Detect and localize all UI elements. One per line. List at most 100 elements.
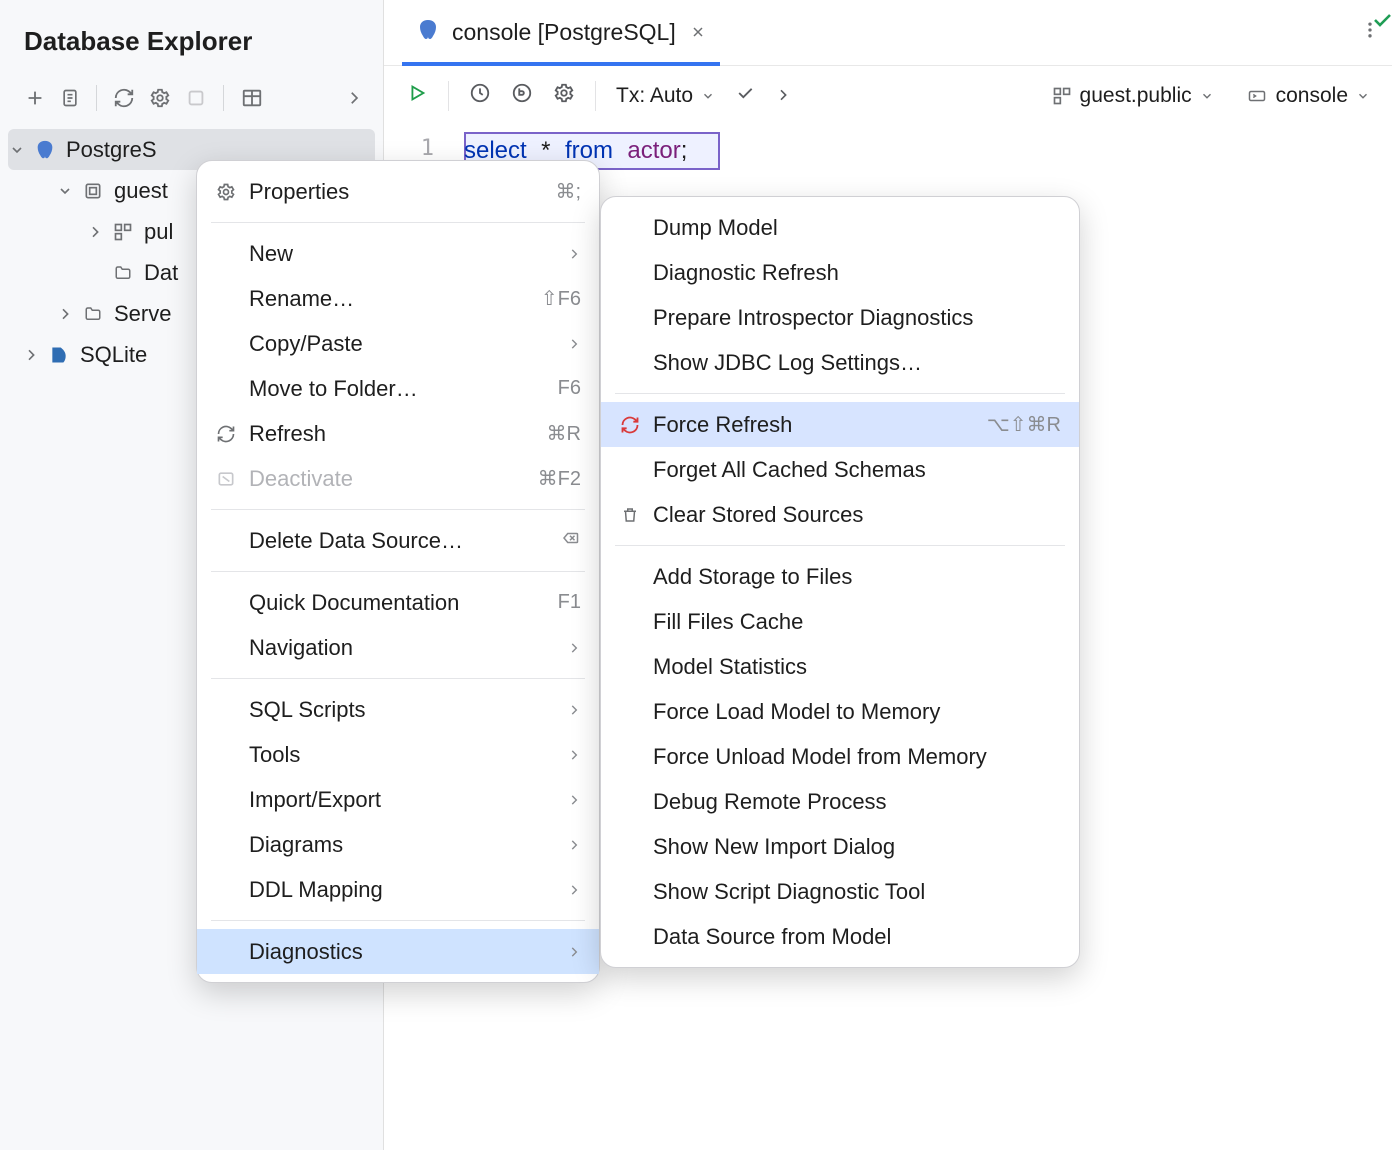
menu-diagnostics[interactable]: Diagnostics xyxy=(197,929,599,974)
folder-icon xyxy=(112,264,134,282)
code-line: select * from actor; xyxy=(464,132,1392,165)
menu-sql-scripts[interactable]: SQL Scripts xyxy=(197,687,599,732)
chevron-down-icon xyxy=(56,183,74,199)
menu-diagnostic-refresh[interactable]: Diagnostic Refresh xyxy=(601,250,1079,295)
menu-clear-sources[interactable]: Clear Stored Sources xyxy=(601,492,1079,537)
tree-label: guest xyxy=(114,178,168,204)
close-icon[interactable] xyxy=(690,20,706,46)
chevron-right-icon xyxy=(567,877,581,903)
refresh-icon xyxy=(213,424,239,444)
chevron-right-icon[interactable] xyxy=(345,89,363,107)
gear-icon[interactable] xyxy=(149,87,171,109)
menu-tools[interactable]: Tools xyxy=(197,732,599,777)
line-number: 1 xyxy=(384,132,464,161)
chevron-right-icon[interactable] xyxy=(775,83,791,109)
menu-debug-remote[interactable]: Debug Remote Process xyxy=(601,779,1079,824)
menu-jdbc-log[interactable]: Show JDBC Log Settings… xyxy=(601,340,1079,385)
menu-script-diag[interactable]: Show Script Diagnostic Tool xyxy=(601,869,1079,914)
separator xyxy=(595,81,596,111)
menu-force-refresh[interactable]: Force Refresh ⌥⇧⌘R xyxy=(601,402,1079,447)
tab-title: console [PostgreSQL] xyxy=(452,19,676,46)
menu-new[interactable]: New xyxy=(197,231,599,276)
menu-import-export[interactable]: Import/Export xyxy=(197,777,599,822)
chevron-right-icon xyxy=(567,241,581,267)
tree-label: PostgreS xyxy=(66,137,157,163)
menu-forget-schemas[interactable]: Forget All Cached Schemas xyxy=(601,447,1079,492)
tree-label: Dat xyxy=(144,260,178,286)
table-icon[interactable] xyxy=(240,87,264,109)
chevron-right-icon xyxy=(567,832,581,858)
menu-separator xyxy=(615,393,1065,394)
chevron-right-icon xyxy=(56,306,74,322)
menu-force-unload[interactable]: Force Unload Model from Memory xyxy=(601,734,1079,779)
run-icon[interactable] xyxy=(406,82,428,110)
chevron-right-icon xyxy=(567,787,581,813)
tab-console[interactable]: console [PostgreSQL] xyxy=(402,1,720,65)
menu-separator xyxy=(615,545,1065,546)
separator xyxy=(96,85,97,111)
menu-properties[interactable]: Properties ⌘; xyxy=(197,169,599,214)
folder-icon xyxy=(82,305,104,323)
menu-force-load[interactable]: Force Load Model to Memory xyxy=(601,689,1079,734)
menu-fill-cache[interactable]: Fill Files Cache xyxy=(601,599,1079,644)
menu-quick-doc[interactable]: Quick DocumentationF1 xyxy=(197,580,599,625)
schema-icon xyxy=(112,222,134,242)
console-toolbar: Tx: Auto guest.public console xyxy=(384,66,1392,126)
tab-underline xyxy=(402,62,720,66)
gear-icon xyxy=(213,182,239,202)
refresh-icon[interactable] xyxy=(113,87,135,109)
chevron-right-icon xyxy=(86,224,104,240)
menu-move-folder[interactable]: Move to Folder…F6 xyxy=(197,366,599,411)
menu-diagrams[interactable]: Diagrams xyxy=(197,822,599,867)
plan-icon[interactable] xyxy=(511,82,533,110)
check-icon xyxy=(1370,8,1394,38)
chevron-right-icon xyxy=(567,331,581,357)
tree-label: pul xyxy=(144,219,173,245)
chevron-right-icon xyxy=(567,697,581,723)
add-icon[interactable] xyxy=(24,87,46,109)
menu-add-storage[interactable]: Add Storage to Files xyxy=(601,554,1079,599)
stop-icon[interactable] xyxy=(185,87,207,109)
menu-separator xyxy=(211,571,585,572)
session-selector[interactable]: console xyxy=(1246,84,1370,108)
document-icon[interactable] xyxy=(60,87,80,109)
menu-model-stats[interactable]: Model Statistics xyxy=(601,644,1079,689)
menu-delete-datasource[interactable]: Delete Data Source… xyxy=(197,518,599,563)
tx-mode-dropdown[interactable]: Tx: Auto xyxy=(616,84,715,108)
tree-label: Serve xyxy=(114,301,171,327)
deactivate-icon xyxy=(213,469,239,489)
menu-ddl-mapping[interactable]: DDL Mapping xyxy=(197,867,599,912)
menu-refresh[interactable]: Refresh⌘R xyxy=(197,411,599,456)
chevron-right-icon xyxy=(22,347,40,363)
gear-icon[interactable] xyxy=(553,82,575,110)
chevron-down-icon xyxy=(8,142,26,158)
menu-separator xyxy=(211,678,585,679)
diagnostics-submenu: Dump Model Diagnostic Refresh Prepare In… xyxy=(600,196,1080,968)
menu-new-import[interactable]: Show New Import Dialog xyxy=(601,824,1079,869)
menu-prepare-introspector[interactable]: Prepare Introspector Diagnostics xyxy=(601,295,1079,340)
force-refresh-icon xyxy=(617,415,643,435)
menu-dump-model[interactable]: Dump Model xyxy=(601,205,1079,250)
schema-selector[interactable]: guest.public xyxy=(1052,84,1214,108)
menu-copy-paste[interactable]: Copy/Paste xyxy=(197,321,599,366)
history-icon[interactable] xyxy=(469,82,491,110)
menu-navigation[interactable]: Navigation xyxy=(197,625,599,670)
sqlite-icon xyxy=(48,345,70,365)
sidebar-toolbar xyxy=(0,77,383,125)
postgres-icon xyxy=(416,18,440,48)
menu-ds-from-model[interactable]: Data Source from Model xyxy=(601,914,1079,959)
context-menu: Properties ⌘; New Rename…⇧F6 Copy/Paste … xyxy=(196,160,600,983)
menu-separator xyxy=(211,222,585,223)
tree-label: SQLite xyxy=(80,342,147,368)
tab-bar: console [PostgreSQL] xyxy=(384,0,1392,66)
delete-key-icon xyxy=(559,529,581,553)
database-icon xyxy=(82,181,104,201)
menu-deactivate: Deactivate⌘F2 xyxy=(197,456,599,501)
commit-icon[interactable] xyxy=(735,83,755,109)
chevron-right-icon xyxy=(567,635,581,661)
menu-rename[interactable]: Rename…⇧F6 xyxy=(197,276,599,321)
separator xyxy=(448,81,449,111)
menu-separator xyxy=(211,920,585,921)
chevron-right-icon xyxy=(567,939,581,965)
menu-separator xyxy=(211,509,585,510)
